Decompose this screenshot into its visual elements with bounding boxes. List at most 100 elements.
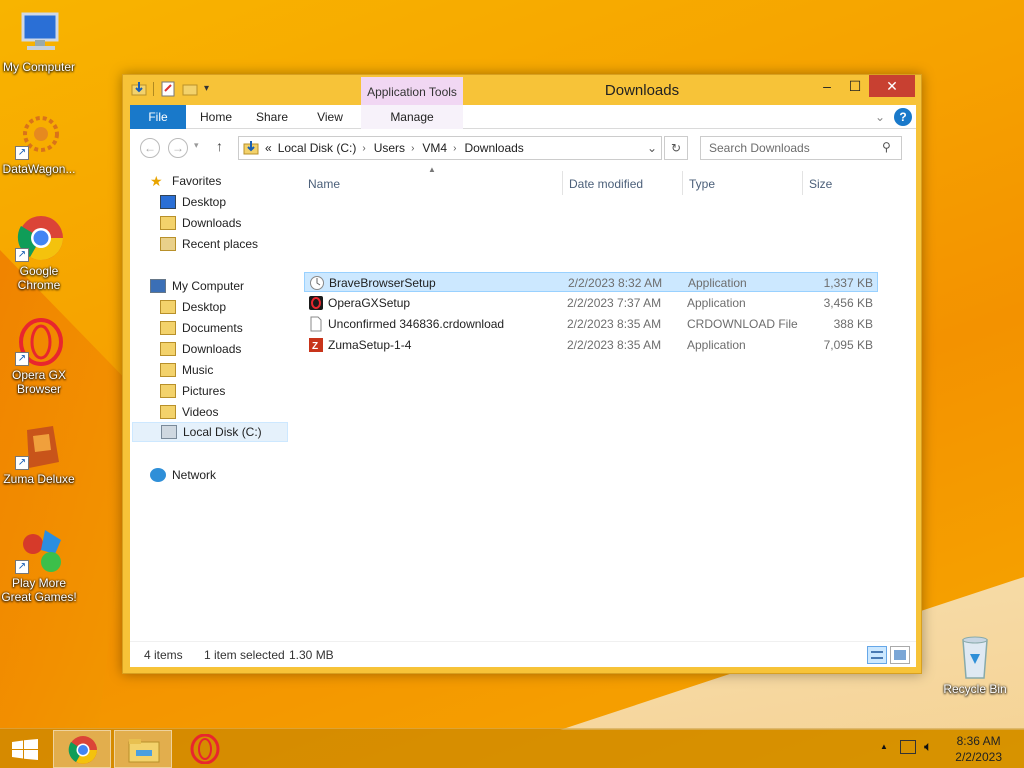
nav-item-recent-places[interactable]: Recent places (160, 234, 258, 254)
desktop-icon-label: Recycle Bin (943, 682, 1007, 696)
breadcrumb-separator-icon[interactable]: › (411, 143, 414, 154)
desktop-icon-my-computer[interactable]: My Computer (0, 10, 78, 74)
desktop-icon-datawagon[interactable]: ↗ DataWagon... (0, 112, 78, 176)
nav-network[interactable]: Network (150, 465, 216, 485)
desktop-icon-recycle-bin[interactable]: Recycle Bin (936, 632, 1014, 696)
column-divider[interactable] (562, 171, 563, 195)
file-date: 2/2/2023 8:35 AM (567, 317, 662, 331)
desktop-icon-google-chrome[interactable]: ↗ Google Chrome (0, 214, 78, 292)
shortcut-arrow-icon: ↗ (15, 456, 29, 470)
file-type: Application (688, 276, 747, 290)
breadcrumb-vm4[interactable]: VM4 (422, 141, 447, 155)
recycle-bin-icon (951, 632, 999, 680)
search-input[interactable]: Search Downloads (700, 136, 902, 160)
address-dropdown-icon[interactable]: ⌄ (647, 141, 661, 155)
nav-label: Pictures (182, 384, 226, 398)
maximize-button[interactable]: ☐ (841, 75, 869, 97)
nav-label: Music (182, 363, 214, 377)
nav-label: Favorites (172, 174, 222, 188)
datawagon-icon: ↗ (15, 112, 63, 160)
close-button[interactable]: ✕ (869, 75, 915, 97)
breadcrumb-downloads[interactable]: Downloads (464, 141, 523, 155)
column-divider[interactable] (682, 171, 683, 195)
nav-item-desktop-2[interactable]: Desktop (160, 297, 226, 317)
desktop-icon-zuma-deluxe[interactable]: ↗ Zuma Deluxe (0, 422, 78, 486)
tab-home[interactable]: Home (196, 105, 236, 129)
nav-item-videos[interactable]: Videos (160, 402, 218, 422)
desktop-icon-play-more-games[interactable]: ↗ Play More Great Games! (0, 526, 78, 604)
file-size: 1,337 KB (823, 276, 873, 290)
nav-item-desktop[interactable]: Desktop (160, 192, 226, 212)
ribbon-tabs: File Home Share View Manage ⌄ ? (130, 105, 916, 129)
breadcrumb-separator-icon[interactable]: › (362, 143, 365, 154)
taskbar-opera-gx[interactable] (177, 730, 235, 768)
address-box[interactable]: « Local Disk (C:) › Users › VM4 › Downlo… (238, 136, 662, 160)
file-row[interactable]: Unconfirmed 346836.crdownload 2/2/2023 8… (304, 314, 878, 334)
up-button[interactable]: ↑ (216, 138, 223, 154)
details-view-button[interactable] (867, 646, 887, 664)
shortcut-arrow-icon: ↗ (15, 146, 29, 160)
clock[interactable]: 8:36 AM 2/2/2023 (955, 733, 1002, 765)
taskbar-chrome[interactable] (53, 730, 111, 768)
taskbar-file-explorer[interactable] (114, 730, 172, 768)
refresh-icon[interactable]: ↻ (664, 136, 688, 160)
column-header-type[interactable]: Type (689, 173, 715, 195)
shortcut-arrow-icon: ↗ (15, 248, 29, 262)
large-icons-view-button[interactable] (890, 646, 910, 664)
downloads-folder-icon (160, 342, 176, 356)
music-folder-icon (160, 363, 176, 377)
nav-favorites[interactable]: ★ Favorites (150, 171, 221, 191)
help-icon[interactable]: ? (894, 108, 912, 126)
svg-text:Z: Z (312, 341, 318, 352)
nav-label: Downloads (182, 342, 242, 356)
nav-item-downloads[interactable]: Downloads (160, 213, 241, 233)
expand-ribbon-icon[interactable]: ⌄ (872, 105, 888, 129)
forward-button[interactable]: → (168, 138, 188, 158)
zuma-installer-icon: Z (308, 337, 324, 353)
breadcrumb-local-disk[interactable]: Local Disk (C:) (278, 141, 357, 155)
tab-file[interactable]: File (130, 105, 186, 129)
nav-item-music[interactable]: Music (160, 360, 213, 380)
breadcrumb-users[interactable]: Users (374, 141, 405, 155)
column-divider[interactable] (802, 171, 803, 195)
file-row[interactable]: Z ZumaSetup-1-4 2/2/2023 8:35 AM Applica… (304, 335, 878, 355)
breadcrumb-separator-icon[interactable]: › (453, 143, 456, 154)
start-button[interactable] (0, 730, 50, 768)
file-row[interactable]: OperaGXSetup 2/2/2023 7:37 AM Applicatio… (304, 293, 878, 313)
nav-item-documents[interactable]: Documents (160, 318, 243, 338)
recent-locations-chevron-icon[interactable]: ▾ (194, 140, 199, 151)
desktop-icon-label: Google Chrome (17, 264, 61, 292)
large-icons-view-icon (894, 650, 906, 660)
explorer-window: ▾ Application Tools Downloads – ☐ ✕ File… (122, 74, 922, 674)
status-selection: 1 item selected (204, 648, 285, 662)
column-header-date-modified[interactable]: Date modified (569, 173, 643, 195)
back-button[interactable]: ← (140, 138, 160, 158)
tab-share[interactable]: Share (252, 105, 292, 129)
nav-item-downloads-2[interactable]: Downloads (160, 339, 241, 359)
file-date: 2/2/2023 7:37 AM (567, 296, 662, 310)
breadcrumb-prefix[interactable]: « (265, 141, 272, 155)
file-name: BraveBrowserSetup (329, 276, 436, 290)
desktop-icon-opera-gx[interactable]: ↗ Opera GX Browser (0, 318, 78, 396)
tab-manage[interactable]: Manage (361, 105, 463, 129)
title-bar[interactable]: ▾ Application Tools Downloads – ☐ ✕ (123, 75, 921, 105)
desktop-icon-label: Play More Great Games! (1, 576, 77, 604)
nav-item-pictures[interactable]: Pictures (160, 381, 225, 401)
games-icon: ↗ (15, 526, 63, 574)
volume-icon[interactable]: 🔈︎ (924, 738, 932, 755)
file-row[interactable]: BraveBrowserSetup 2/2/2023 8:32 AM Appli… (304, 272, 878, 292)
sort-arrow-icon: ▲ (428, 165, 436, 174)
minimize-button[interactable]: – (813, 75, 841, 97)
column-header-name[interactable]: Name (308, 173, 340, 195)
show-hidden-icons-button[interactable]: ▲ (880, 742, 888, 751)
network-tray-icon[interactable] (900, 740, 916, 754)
search-icon[interactable]: ⚲ (882, 140, 891, 154)
shortcut-arrow-icon: ↗ (15, 560, 29, 574)
zuma-icon: ↗ (15, 422, 63, 470)
nav-my-computer[interactable]: My Computer (150, 276, 244, 296)
tab-view[interactable]: View (310, 105, 350, 129)
content-area: ★ Favorites Desktop Downloads Recent plac… (130, 165, 916, 641)
column-header-size[interactable]: Size (809, 173, 832, 195)
documents-folder-icon (160, 321, 176, 335)
nav-item-local-disk[interactable]: Local Disk (C:) (132, 422, 288, 442)
